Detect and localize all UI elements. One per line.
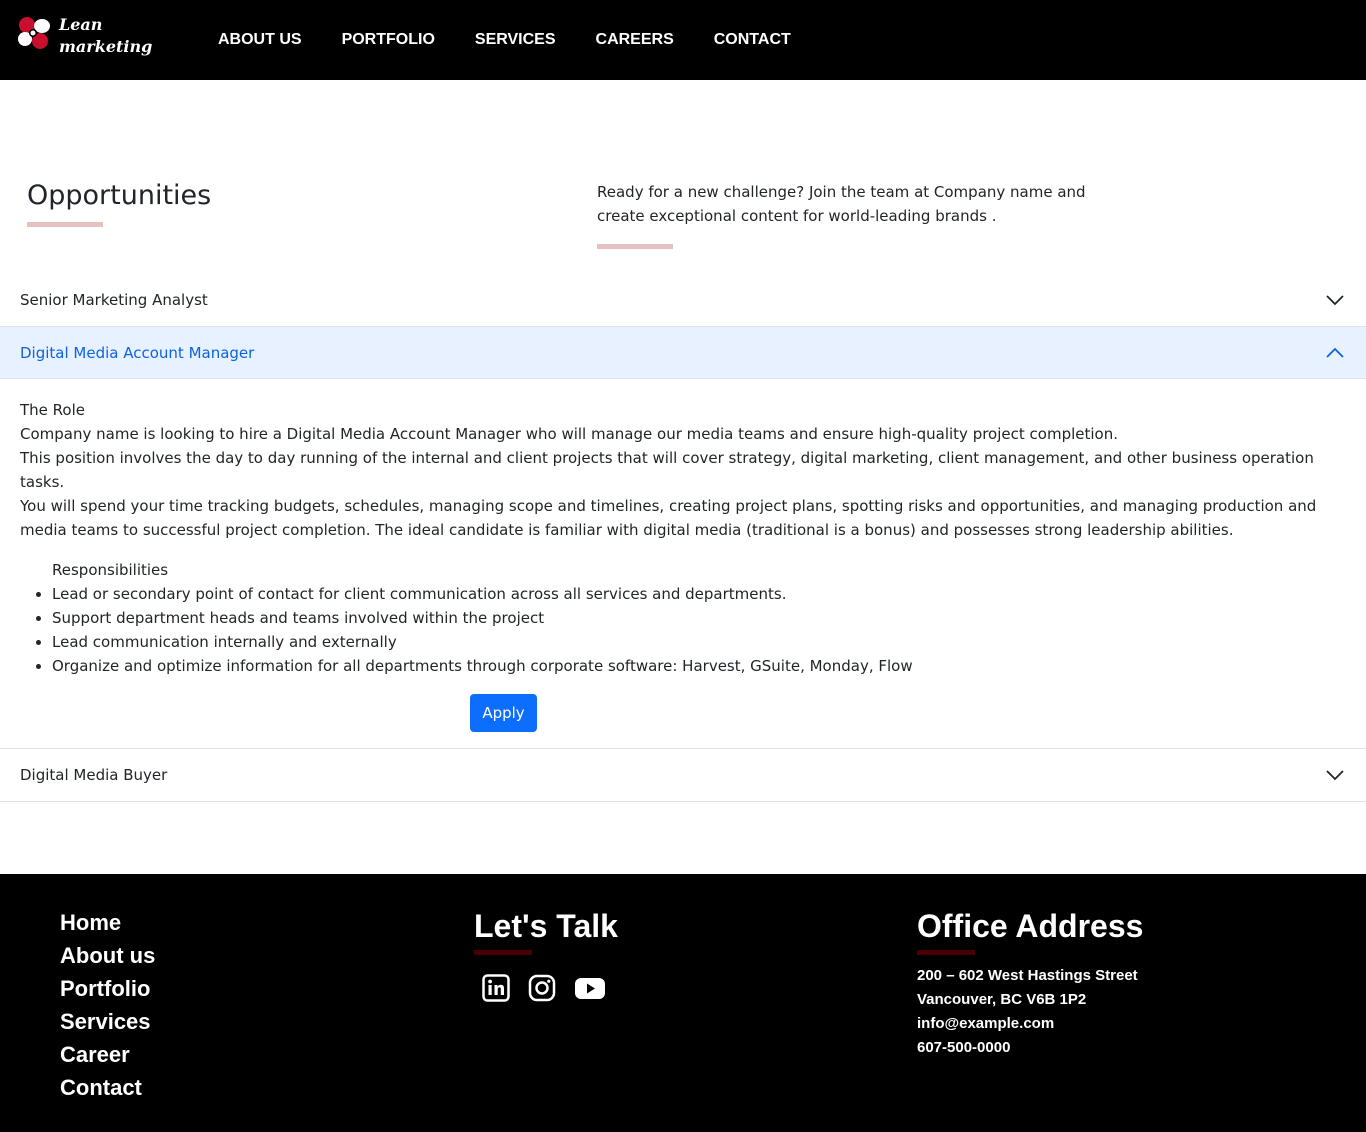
footer-link-services[interactable]: Services: [60, 1005, 155, 1038]
role-paragraph: This position involves the day to day ru…: [20, 449, 1314, 491]
brand-line-1: Lean: [59, 15, 103, 34]
nav-contact[interactable]: CONTACT: [694, 0, 811, 80]
nav-menu: ABOUT US PORTFOLIO SERVICES CAREERS CONT…: [198, 0, 811, 80]
footer-link-about-us[interactable]: About us: [60, 939, 155, 972]
chevron-up-icon: [1326, 347, 1344, 358]
list-item: Lead communication internally and extern…: [52, 630, 1346, 654]
office-address-underline: [917, 950, 975, 955]
office-address-heading: Office Address: [917, 908, 1144, 944]
role-paragraph: Company name is looking to hire a Digita…: [20, 425, 1118, 443]
job-title: Digital Media Buyer: [20, 766, 168, 784]
intro-underline: [597, 244, 673, 249]
page-title: Opportunities: [27, 180, 212, 211]
job-title: Digital Media Account Manager: [20, 343, 255, 362]
instagram-icon: [528, 974, 556, 1002]
brand-line-2: marketing: [59, 37, 153, 56]
job-header-digital-media-buyer[interactable]: Digital Media Buyer: [0, 749, 1366, 801]
flower-logo-icon: [18, 17, 50, 49]
address-street: 200 – 602 West Hastings Street: [917, 967, 1138, 984]
office-address: 200 – 602 West Hastings Street Vancouver…: [917, 964, 1138, 1060]
top-navbar: Lean marketing ABOUT US PORTFOLIO SERVIC…: [0, 0, 1366, 80]
youtube-link[interactable]: [574, 974, 606, 1006]
footer-link-home[interactable]: Home: [60, 906, 155, 939]
jobs-accordion: Senior Marketing Analyst Digital Media A…: [0, 274, 1366, 802]
responsibilities-list: Lead or secondary point of contact for c…: [52, 582, 1346, 678]
social-links: [482, 974, 624, 1006]
nav-services[interactable]: SERVICES: [455, 0, 576, 80]
nav-about-us[interactable]: ABOUT US: [198, 0, 322, 80]
contact-email: info@example.com: [917, 1015, 1055, 1032]
responsibilities-section: Responsibilities Lead or secondary point…: [20, 558, 1346, 678]
apply-button[interactable]: Apply: [470, 694, 537, 732]
chevron-down-icon: [1326, 295, 1344, 306]
youtube-icon: [575, 978, 605, 999]
job-details: The Role Company name is looking to hire…: [0, 379, 1366, 748]
job-header-digital-media-account-manager[interactable]: Digital Media Account Manager: [0, 327, 1366, 379]
lets-talk-underline: [474, 950, 532, 955]
nav-careers[interactable]: CAREERS: [576, 0, 694, 80]
footer-link-contact[interactable]: Contact: [60, 1071, 155, 1104]
role-paragraph: You will spend your time tracking budget…: [20, 497, 1317, 539]
site-footer: Home About us Portfolio Services Career …: [0, 874, 1366, 1132]
footer-link-career[interactable]: Career: [60, 1038, 155, 1071]
brand-name: Lean marketing: [59, 14, 152, 58]
job-item-senior-marketing-analyst: Senior Marketing Analyst: [0, 274, 1366, 327]
linkedin-icon: [482, 974, 510, 1002]
lets-talk-heading: Let's Talk: [474, 908, 618, 944]
job-title: Senior Marketing Analyst: [20, 291, 208, 309]
list-item: Organize and optimize information for al…: [52, 654, 1346, 678]
job-item-digital-media-buyer: Digital Media Buyer: [0, 749, 1366, 802]
footer-link-portfolio[interactable]: Portfolio: [60, 972, 155, 1005]
linkedin-link[interactable]: [482, 974, 510, 1006]
footer-nav: Home About us Portfolio Services Career …: [60, 906, 155, 1104]
job-item-digital-media-account-manager: Digital Media Account Manager The Role C…: [0, 327, 1366, 749]
title-underline: [27, 222, 103, 227]
intro-text: Ready for a new challenge? Join the team…: [597, 183, 1086, 225]
nav-portfolio[interactable]: PORTFOLIO: [322, 0, 455, 80]
apply-row: Apply: [20, 694, 1346, 732]
responsibilities-heading: Responsibilities: [52, 561, 169, 579]
address-city: Vancouver, BC V6B 1P2: [917, 991, 1087, 1008]
instagram-link[interactable]: [528, 974, 556, 1006]
list-item: Support department heads and teams invol…: [52, 606, 1346, 630]
contact-phone: 607-500-0000: [917, 1039, 1011, 1056]
job-header-senior-marketing-analyst[interactable]: Senior Marketing Analyst: [0, 274, 1366, 326]
brand-logo[interactable]: Lean marketing: [14, 12, 164, 64]
chevron-down-icon: [1326, 770, 1344, 781]
role-heading: The Role: [20, 401, 85, 419]
list-item: Lead or secondary point of contact for c…: [52, 582, 1346, 606]
